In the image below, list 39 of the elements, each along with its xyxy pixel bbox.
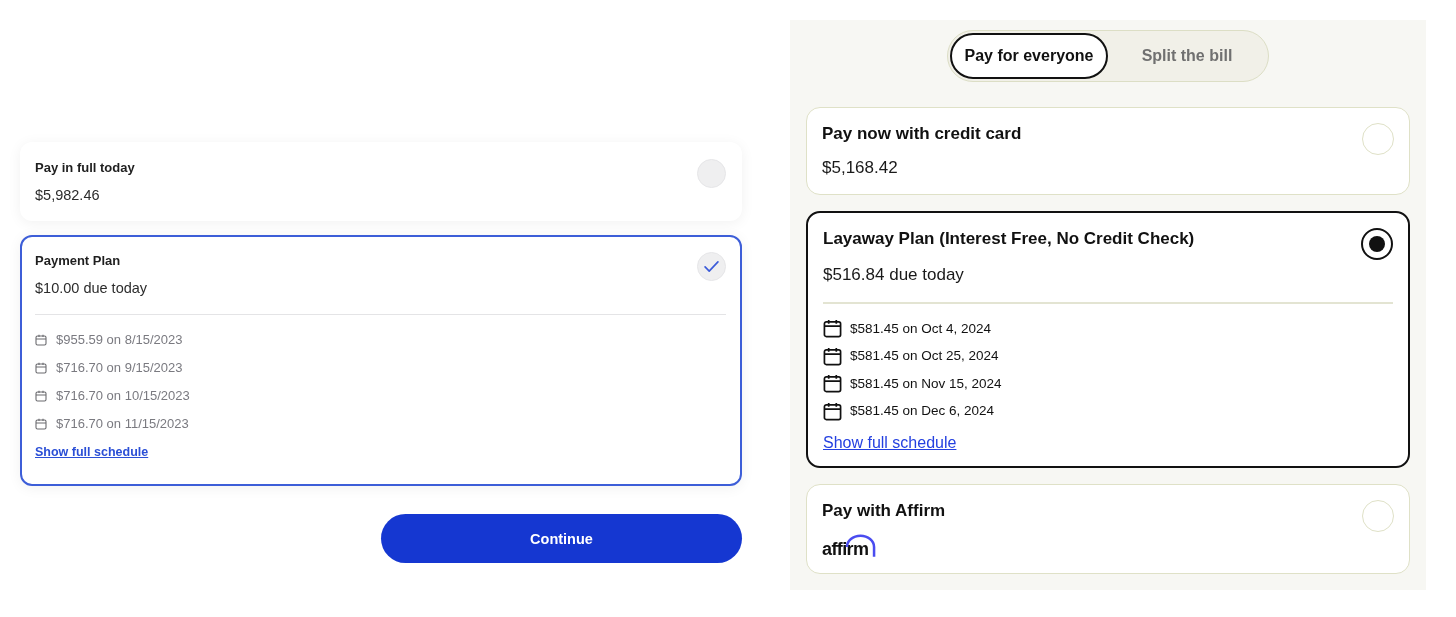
option-amount: $516.84 due today [823,264,964,286]
payment-date-text: $716.70 on 11/15/2023 [56,415,189,433]
calendar-icon [35,334,47,346]
payment-date-text: $581.45 on Oct 4, 2024 [850,319,992,338]
option-title: Pay in full today [35,159,135,177]
calendar-icon [823,319,842,338]
option-title: Payment Plan [35,252,122,270]
calendar-icon [823,374,842,393]
option-amount: $10.00 due today [35,279,148,298]
calendar-icon [823,346,842,366]
payment-date-text: $581.45 on Dec 6, 2024 [850,402,995,420]
toggle-tab[interactable]: Split the bill [1108,33,1266,79]
toggle-tab[interactable]: Pay for everyone [950,33,1108,79]
payment-date-text: $581.45 on Oct 25, 2024 [850,347,999,365]
logo: affirm [822,533,877,558]
payment-date-text: $955.59 on 8/15/2023 [56,331,183,349]
payment-option-card[interactable]: Pay with Affirm affirm [806,483,1410,574]
continue-button[interactable]: Continue [381,514,742,563]
calendar-icon [35,362,47,374]
radio-button[interactable] [1361,228,1393,260]
option-amount: $5,982.46 [35,186,101,205]
payment-date-text: $716.70 on 10/15/2023 [56,387,190,405]
show-schedule-link[interactable]: Show full schedule [35,442,149,462]
calendar-icon [35,418,47,430]
check-icon [704,261,719,272]
option-amount: $5,168.42 [822,157,898,179]
payment-option-card[interactable]: Payment Plan $10.00 due today $955.59 on 8/15/2023 $716.70 on 9/15/2023 $716.70 on 10/15/2023 $716.70 on 11/15/2023 Show full schedule [20,235,742,486]
payment-option-card[interactable]: Layaway Plan (Interest Free, No Credit Check) $516.84 due today $581.45 on Oct 4, 2024 $581.45 on Oct 25, 2024 $581.45 on Nov 15, 2024 $581.45 on Dec 6, 2024 Show full schedule [806,211,1410,468]
payment-option-card[interactable]: Pay in full today $5,982.46 [20,142,742,221]
calendar-icon [35,390,47,402]
payment-date-text: $581.45 on Nov 15, 2024 [850,374,1002,393]
option-title: Layaway Plan (Interest Free, No Credit Check) [823,228,1195,250]
payment-date-text: $716.70 on 9/15/2023 [56,359,183,377]
show-schedule-link[interactable]: Show full schedule [823,431,957,454]
dot-icon [1369,236,1385,252]
option-title: Pay with Affirm [822,499,946,522]
payment-option-card[interactable]: Pay now with credit card $5,168.42 [806,107,1410,195]
calendar-icon [823,401,842,421]
option-title: Pay now with credit card [822,123,1022,145]
